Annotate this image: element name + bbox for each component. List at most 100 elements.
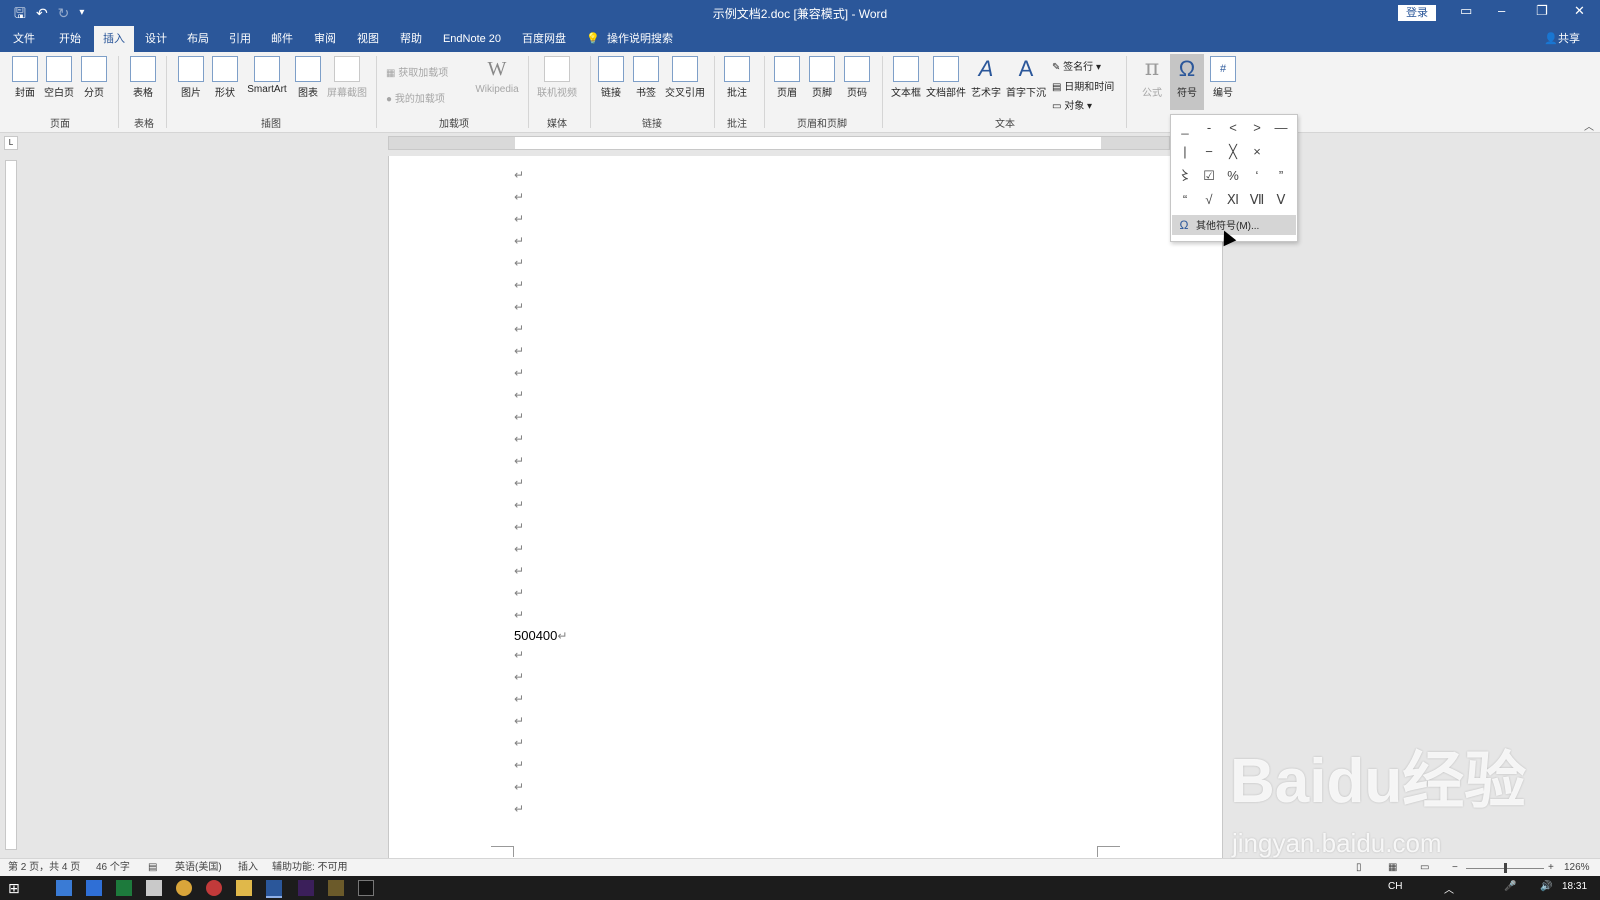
vertical-ruler[interactable]: [5, 160, 17, 850]
textbox-button[interactable]: 文本框: [890, 56, 922, 99]
document-page[interactable]: ↵ ↵ ↵ ↵ ↵ ↵ ↵ ↵ ↵ ↵ ↵ ↵ ↵ ↵ ↵ ↵ ↵ ↵ ↵ ↵ ↵ ↵ ↵ ↵ ↵ ↵ ↵ ↵ ↵ 500400↵: [388, 156, 1223, 858]
tab-mailings[interactable]: 邮件: [264, 26, 300, 52]
word-count[interactable]: 46 个字: [96, 859, 130, 877]
symbol-item[interactable]: ‘: [1246, 165, 1268, 187]
print-layout-icon[interactable]: ▦: [1388, 859, 1397, 877]
clock[interactable]: 18:31: [1562, 881, 1587, 892]
symbol-item[interactable]: -: [1198, 117, 1220, 139]
chart-button[interactable]: 图表: [294, 56, 322, 99]
wikipedia-button[interactable]: W Wikipedia: [470, 56, 524, 95]
cover-page-button[interactable]: 封面: [10, 56, 40, 99]
tell-me-search[interactable]: 操作说明搜索: [604, 26, 676, 52]
insert-mode[interactable]: 插入: [238, 859, 258, 877]
tray-chevron-icon[interactable]: ︿: [1444, 881, 1454, 896]
tab-review[interactable]: 审阅: [307, 26, 343, 52]
more-symbols-item[interactable]: Ω 其他符号(M)...: [1172, 215, 1296, 235]
wordart-button[interactable]: A 艺术字: [970, 56, 1002, 99]
symbol-item[interactable]: Ⅶ: [1246, 189, 1268, 211]
my-addins-button[interactable]: ● 我的加载项: [386, 90, 445, 105]
taskbar-app-icon[interactable]: [86, 880, 102, 896]
microphone-icon[interactable]: 🎤: [1504, 881, 1516, 892]
picture-button[interactable]: 图片: [176, 56, 206, 99]
date-time-button[interactable]: ▤ 日期和时间: [1052, 78, 1114, 93]
page-count[interactable]: 第 2 页，共 4 页: [8, 859, 80, 877]
windows-start-icon[interactable]: ⊞: [8, 880, 24, 896]
header-button[interactable]: 页眉: [772, 56, 802, 99]
symbol-item[interactable]: >: [1246, 117, 1268, 139]
ribbon-display-icon[interactable]: ▭: [1460, 3, 1472, 19]
collapse-ribbon-icon[interactable]: ︿: [1584, 118, 1594, 133]
smartart-button[interactable]: SmartArt: [244, 56, 290, 95]
ime-indicator[interactable]: CH: [1388, 881, 1402, 892]
language[interactable]: 英语(美国): [175, 859, 222, 877]
tab-layout[interactable]: 布局: [180, 26, 216, 52]
symbol-item[interactable]: ”: [1270, 165, 1292, 187]
dropcap-button[interactable]: A 首字下沉: [1006, 56, 1046, 99]
accessibility-status[interactable]: 辅助功能: 不可用: [272, 859, 348, 877]
web-layout-icon[interactable]: ▭: [1420, 859, 1429, 877]
close-icon[interactable]: ✕: [1574, 3, 1585, 19]
cross-reference-button[interactable]: 交叉引用: [664, 56, 706, 99]
quick-parts-button[interactable]: 文档部件: [926, 56, 966, 99]
footer-button[interactable]: 页脚: [807, 56, 837, 99]
blank-page-button[interactable]: 空白页: [42, 56, 76, 99]
tab-insert[interactable]: 插入: [94, 26, 134, 52]
tab-baidu-netdisk[interactable]: 百度网盘: [516, 26, 572, 52]
symbol-item[interactable]: −: [1198, 141, 1220, 163]
excel-icon[interactable]: [116, 880, 132, 896]
equation-button[interactable]: π 公式: [1136, 56, 1168, 99]
shapes-button[interactable]: 形状: [210, 56, 240, 99]
symbol-item[interactable]: —: [1270, 117, 1292, 139]
symbol-item[interactable]: <: [1222, 117, 1244, 139]
taskbar-app-icon[interactable]: [328, 880, 344, 896]
symbol-item[interactable]: _: [1174, 117, 1196, 139]
table-button[interactable]: 表格: [128, 56, 158, 99]
symbol-item[interactable]: Ⅺ: [1222, 189, 1244, 211]
taskbar-app-icon[interactable]: [206, 880, 222, 896]
object-button[interactable]: ▭ 对象 ▾: [1052, 97, 1092, 112]
page-break-button[interactable]: 分页: [80, 56, 108, 99]
tab-selector[interactable]: L: [4, 136, 18, 150]
taskbar-app-icon[interactable]: [56, 880, 72, 896]
word-icon[interactable]: [266, 880, 282, 898]
symbol-item[interactable]: ×: [1246, 141, 1268, 163]
tab-endnote[interactable]: EndNote 20: [438, 26, 506, 52]
screenshot-button[interactable]: 屏幕截图: [326, 56, 368, 99]
symbol-item[interactable]: |: [1174, 141, 1196, 163]
login-button[interactable]: 登录: [1398, 5, 1436, 21]
horizontal-ruler[interactable]: [388, 136, 1170, 150]
symbol-item[interactable]: 〻: [1174, 165, 1196, 187]
document-text[interactable]: 500400↵: [514, 628, 567, 643]
chrome-icon[interactable]: [176, 880, 192, 896]
premiere-icon[interactable]: [298, 880, 314, 896]
symbol-item[interactable]: √: [1198, 189, 1220, 211]
tab-view[interactable]: 视图: [350, 26, 386, 52]
tab-home[interactable]: 开始: [52, 26, 88, 52]
proofing-icon[interactable]: ▤: [148, 859, 157, 877]
tab-references[interactable]: 引用: [222, 26, 258, 52]
comment-button[interactable]: 批注: [722, 56, 752, 99]
zoom-in-icon[interactable]: +: [1548, 859, 1554, 877]
zoom-slider-thumb[interactable]: [1504, 863, 1507, 873]
get-addins-button[interactable]: ▦ 获取加载项: [386, 64, 448, 79]
restore-icon[interactable]: ❐: [1536, 3, 1548, 19]
share-button[interactable]: 👤共享: [1544, 26, 1580, 52]
tab-file[interactable]: 文件: [6, 26, 42, 52]
symbol-item[interactable]: ☑: [1198, 165, 1220, 187]
zoom-out-icon[interactable]: −: [1452, 859, 1458, 877]
minimize-icon[interactable]: –: [1498, 3, 1505, 18]
zoom-level[interactable]: 126%: [1564, 859, 1590, 877]
link-button[interactable]: 链接: [598, 56, 624, 99]
taskbar-app-icon[interactable]: [146, 880, 162, 896]
symbol-item[interactable]: %: [1222, 165, 1244, 187]
symbol-button[interactable]: Ω 符号: [1170, 54, 1204, 110]
file-explorer-icon[interactable]: [236, 880, 252, 896]
signature-line-button[interactable]: ✎ 签名行 ▾: [1052, 58, 1101, 73]
page-number-button[interactable]: 页码: [842, 56, 872, 99]
volume-icon[interactable]: 🔊: [1540, 881, 1552, 892]
read-mode-icon[interactable]: ▯: [1356, 859, 1362, 877]
symbol-item[interactable]: Ⅴ: [1270, 189, 1292, 211]
tab-design[interactable]: 设计: [138, 26, 174, 52]
symbol-item[interactable]: “: [1174, 189, 1196, 211]
number-button[interactable]: # 编号: [1208, 56, 1238, 99]
